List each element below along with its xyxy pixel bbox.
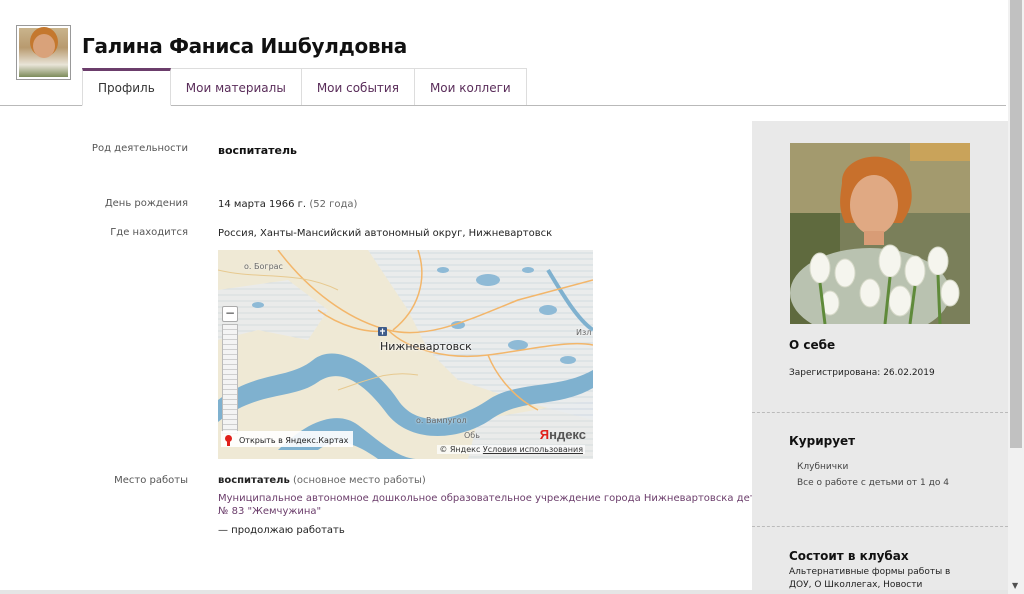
profile-photo: [790, 143, 970, 324]
curates-item[interactable]: Клубнички: [797, 462, 848, 472]
location-map[interactable]: − о. Бограс Изл о. Вампугол Обь Нижневар…: [218, 250, 593, 459]
avatar[interactable]: [16, 25, 71, 80]
location-label: Где находится: [110, 227, 188, 238]
open-link-text: Открыть в Яндекс.Картах: [239, 435, 349, 445]
map-canvas: [218, 250, 593, 459]
birthday-value: 14 марта 1966 г. (52 года): [218, 199, 357, 210]
birthday-age: (52 года): [309, 199, 358, 210]
work-position: воспитатель: [218, 475, 290, 486]
clubs-title: Состоит в клубах: [789, 549, 909, 563]
horizontal-scrollbar[interactable]: [0, 590, 1008, 594]
sidebar-divider: [752, 526, 1008, 527]
map-label-vampugol: о. Вампугол: [416, 416, 467, 425]
clubs-line[interactable]: ДОУ, О Школлегах, Новости: [789, 580, 922, 590]
scrollbar-thumb[interactable]: [1010, 0, 1022, 448]
yandex-logo: Яндекс: [539, 427, 586, 442]
work-status: — продолжаю работать: [218, 525, 345, 536]
tab-my-materials[interactable]: Мои материалы: [169, 68, 302, 106]
work-org-line2: № 83 "Жемчужина": [218, 506, 322, 517]
profile-sidebar: О себе Зарегистрирована: 26.02.2019 Кури…: [752, 121, 1008, 594]
work-position-line: воспитатель (основное место работы): [218, 475, 426, 486]
map-copyright: © Яндекс Условия использования: [437, 445, 585, 454]
scroll-down-icon[interactable]: ▼: [1012, 581, 1018, 590]
birthday-date: 14 марта 1966 г.: [218, 199, 307, 210]
page-title: Галина Фаниса Ишбулдовна: [82, 34, 407, 58]
zoom-slider[interactable]: [222, 324, 238, 434]
map-pin-icon: [224, 434, 233, 446]
open-in-yandex-maps-link[interactable]: Открыть в Яндекс.Картах: [221, 431, 354, 447]
tab-profile[interactable]: Профиль: [82, 68, 171, 106]
location-value: Россия, Ханты-Мансийский автономный окру…: [218, 228, 553, 239]
vertical-scrollbar[interactable]: ▼: [1008, 0, 1024, 594]
tab-my-events[interactable]: Мои события: [300, 68, 415, 106]
clubs-line[interactable]: Альтернативные формы работы в: [789, 567, 950, 577]
map-label-izl: Изл: [576, 328, 592, 337]
work-organization-link[interactable]: Муниципальное автономное дошкольное обра…: [218, 493, 802, 517]
map-zoom-control[interactable]: −: [222, 306, 238, 438]
profile-tabs: Профиль Мои материалы Мои события Мои ко…: [82, 68, 527, 106]
zoom-out-button[interactable]: −: [222, 306, 238, 322]
birthday-label: День рождения: [104, 198, 188, 209]
map-label-bogras: о. Бограс: [244, 262, 283, 271]
airport-icon: [378, 327, 387, 336]
profile-page: Галина Фаниса Ишбулдовна Профиль Мои мат…: [0, 0, 1024, 594]
registered-date: Зарегистрирована: 26.02.2019: [789, 368, 935, 378]
map-label-ob: Обь: [464, 431, 480, 440]
work-org-line1: Муниципальное автономное дошкольное обра…: [218, 493, 802, 504]
map-city-label: Нижневартовск: [380, 340, 472, 353]
sidebar-divider: [752, 412, 1008, 413]
curates-item[interactable]: Все о работе с детьми от 1 до 4: [797, 478, 949, 488]
curates-title: Курирует: [789, 434, 856, 448]
terms-of-use-link[interactable]: Условия использования: [483, 445, 583, 454]
copyright-text: © Яндекс: [439, 445, 481, 454]
tab-my-colleagues[interactable]: Мои коллеги: [413, 68, 527, 106]
work-type: (основное место работы): [293, 475, 426, 486]
work-label: Место работы: [114, 475, 188, 486]
about-title: О себе: [789, 338, 836, 352]
occupation-value: воспитатель: [218, 144, 297, 157]
occupation-label: Род деятельности: [91, 143, 188, 154]
